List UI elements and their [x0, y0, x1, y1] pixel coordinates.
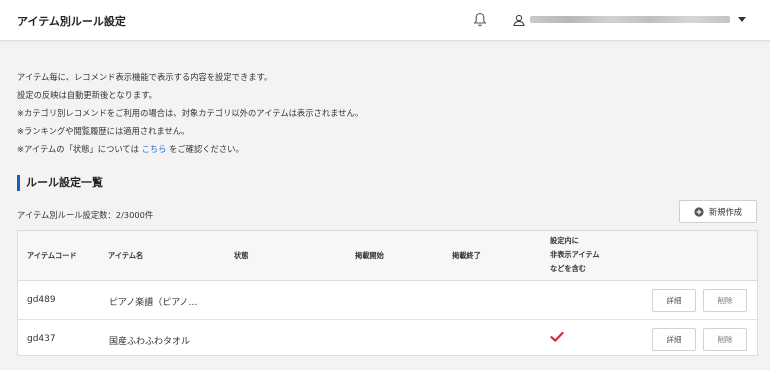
item-name: 国産ふわふわタオル: [109, 337, 191, 347]
page-title: アイテム別ルール設定: [17, 15, 126, 28]
new-rule-button[interactable]: 新規作成: [679, 200, 757, 223]
delete-button[interactable]: 削除: [703, 289, 747, 312]
col-header-end: 掲載終了: [452, 251, 481, 260]
description-line: 設定の反映は自動更新後となります。: [17, 90, 157, 100]
section-title: ルール設定一覧: [17, 175, 103, 191]
description-line: アイテム毎に、レコメンド表示機能で表示する内容を設定できます。: [17, 72, 273, 82]
col-header-name: アイテム名: [108, 251, 144, 260]
delete-button[interactable]: 削除: [703, 328, 747, 351]
table-header: アイテムコード アイテム名 状態 掲載開始 掲載終了 設定内に 非表示アイテム …: [18, 231, 757, 281]
user-icon[interactable]: [513, 14, 525, 26]
account-name: ████████████████████: [530, 16, 531, 17]
col-header-code: アイテムコード: [27, 251, 77, 260]
check-icon: [550, 331, 564, 342]
col-header-start: 掲載開始: [355, 251, 384, 260]
status-note-prefix: ※アイテムの「状態」については: [17, 144, 139, 154]
status-note-suffix: をご確認ください。: [169, 144, 244, 154]
detail-button[interactable]: 詳細: [652, 328, 696, 351]
item-code: gd489: [27, 295, 56, 305]
description-line: ※カテゴリ別レコメンドをご利用の場合は、対象カテゴリ以外のアイテムは表示されませ…: [17, 108, 364, 118]
plus-circle-icon: [694, 206, 704, 217]
item-code: gd437: [27, 334, 56, 344]
description-line: ※ランキングや閲覧履歴には適用されません。: [17, 126, 190, 136]
description-line-status: ※アイテムの「状態」については こちら をご確認ください。: [17, 143, 244, 155]
table-row: gd437 国産ふわふわタオル 詳細 削除: [18, 321, 757, 359]
item-name: ピアノ楽譜（ピアノ…: [109, 298, 198, 308]
account-name-redacted[interactable]: ████████████████████: [530, 16, 730, 23]
table-row: gd489 ピアノ楽譜（ピアノ… 詳細 削除: [18, 282, 757, 320]
caret-down-icon[interactable]: [738, 17, 746, 22]
new-rule-label: 新規作成: [708, 206, 743, 217]
col-header-hidden: 設定内に 非表示アイテム などを含む: [550, 234, 600, 276]
col-header-status: 状態: [234, 251, 249, 260]
col-header-hidden-line: 設定内に: [550, 236, 579, 245]
col-header-hidden-line: 非表示アイテム: [550, 250, 600, 259]
status-help-link[interactable]: こちら: [142, 144, 167, 154]
detail-button[interactable]: 詳細: [652, 289, 696, 312]
top-header: アイテム別ルール設定 ████████████████████: [0, 0, 770, 41]
rule-count: アイテム別ルール設定数：2/3000件: [17, 210, 154, 220]
bell-icon[interactable]: [473, 12, 487, 27]
col-header-hidden-line: などを含む: [550, 264, 586, 273]
rule-table: アイテムコード アイテム名 状態 掲載開始 掲載終了 設定内に 非表示アイテム …: [17, 230, 758, 356]
